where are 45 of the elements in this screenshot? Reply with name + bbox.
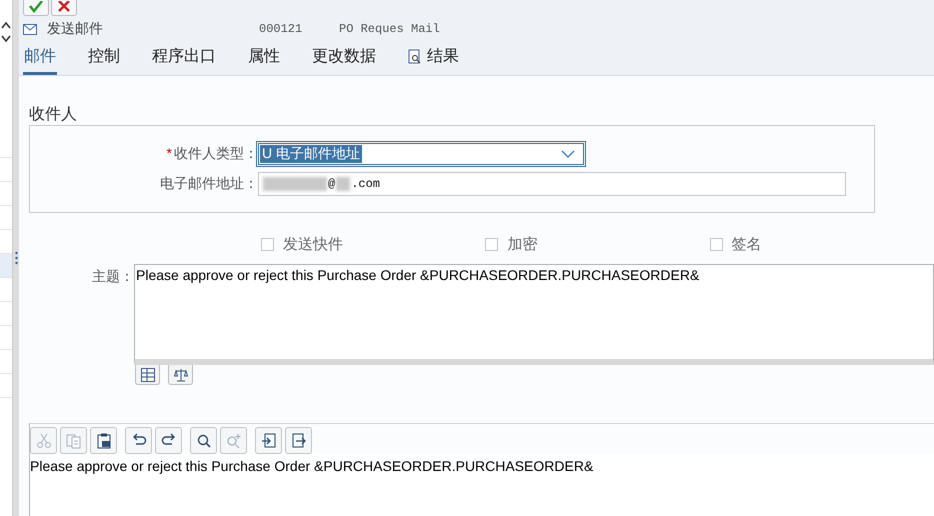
message-name: PO Reques Mail (339, 22, 440, 36)
search-plus-icon (226, 432, 242, 448)
subject-field[interactable]: Please approve or reject this Purchase Order &PURCHASEORDER.PURCHASEORDER& (134, 264, 934, 365)
scale-icon (174, 368, 188, 382)
scissors-icon (36, 432, 52, 448)
option-checkbox[interactable]: 加密 (485, 235, 710, 254)
paste-button[interactable] (90, 427, 117, 454)
recipient-type-label: *收件人类型： (166, 145, 258, 163)
check-icon (28, 1, 44, 13)
option-checkbox[interactable]: 签名 (710, 235, 934, 254)
balance-button[interactable] (168, 365, 193, 385)
up-down-icon[interactable] (1, 20, 11, 44)
undo-button[interactable] (125, 427, 152, 454)
grid-icon (140, 368, 154, 382)
tab[interactable]: 更改数据 (311, 46, 377, 75)
export-icon (290, 432, 306, 448)
grip-icon[interactable] (14, 251, 18, 265)
section-heading: 收件人 (29, 105, 78, 125)
email-label: 电子邮件地址： (159, 175, 258, 193)
confirm-button[interactable] (23, 0, 49, 16)
redaction (336, 177, 350, 191)
tab[interactable]: 程序出口 (151, 46, 217, 75)
close-icon (57, 1, 71, 13)
redo-button[interactable] (155, 427, 182, 454)
tab[interactable]: 属性 (247, 46, 281, 75)
message-number: 000121 (259, 22, 304, 36)
copy-icon (66, 432, 82, 448)
find-button[interactable] (190, 427, 217, 454)
import-icon (260, 432, 276, 448)
envelope-icon (23, 24, 37, 34)
table-icon-button[interactable] (135, 365, 160, 385)
recipient-type-dropdown[interactable]: U 电子邮件地址 (258, 143, 584, 165)
tab[interactable]: 结果 (407, 46, 460, 75)
option-checkbox[interactable]: 发送快件 (261, 235, 486, 254)
message-title: 发送邮件 (47, 20, 104, 38)
clipboard-icon (96, 432, 112, 448)
redaction (263, 177, 327, 191)
cancel-button[interactable] (51, 0, 77, 16)
export-button[interactable] (285, 427, 312, 454)
tab[interactable]: 控制 (87, 46, 121, 75)
subject-label: 主题： (91, 267, 134, 286)
search-icon (196, 432, 212, 448)
chevron-down-icon (561, 150, 575, 158)
import-button[interactable] (255, 427, 282, 454)
email-field[interactable]: @ .com (258, 172, 846, 196)
